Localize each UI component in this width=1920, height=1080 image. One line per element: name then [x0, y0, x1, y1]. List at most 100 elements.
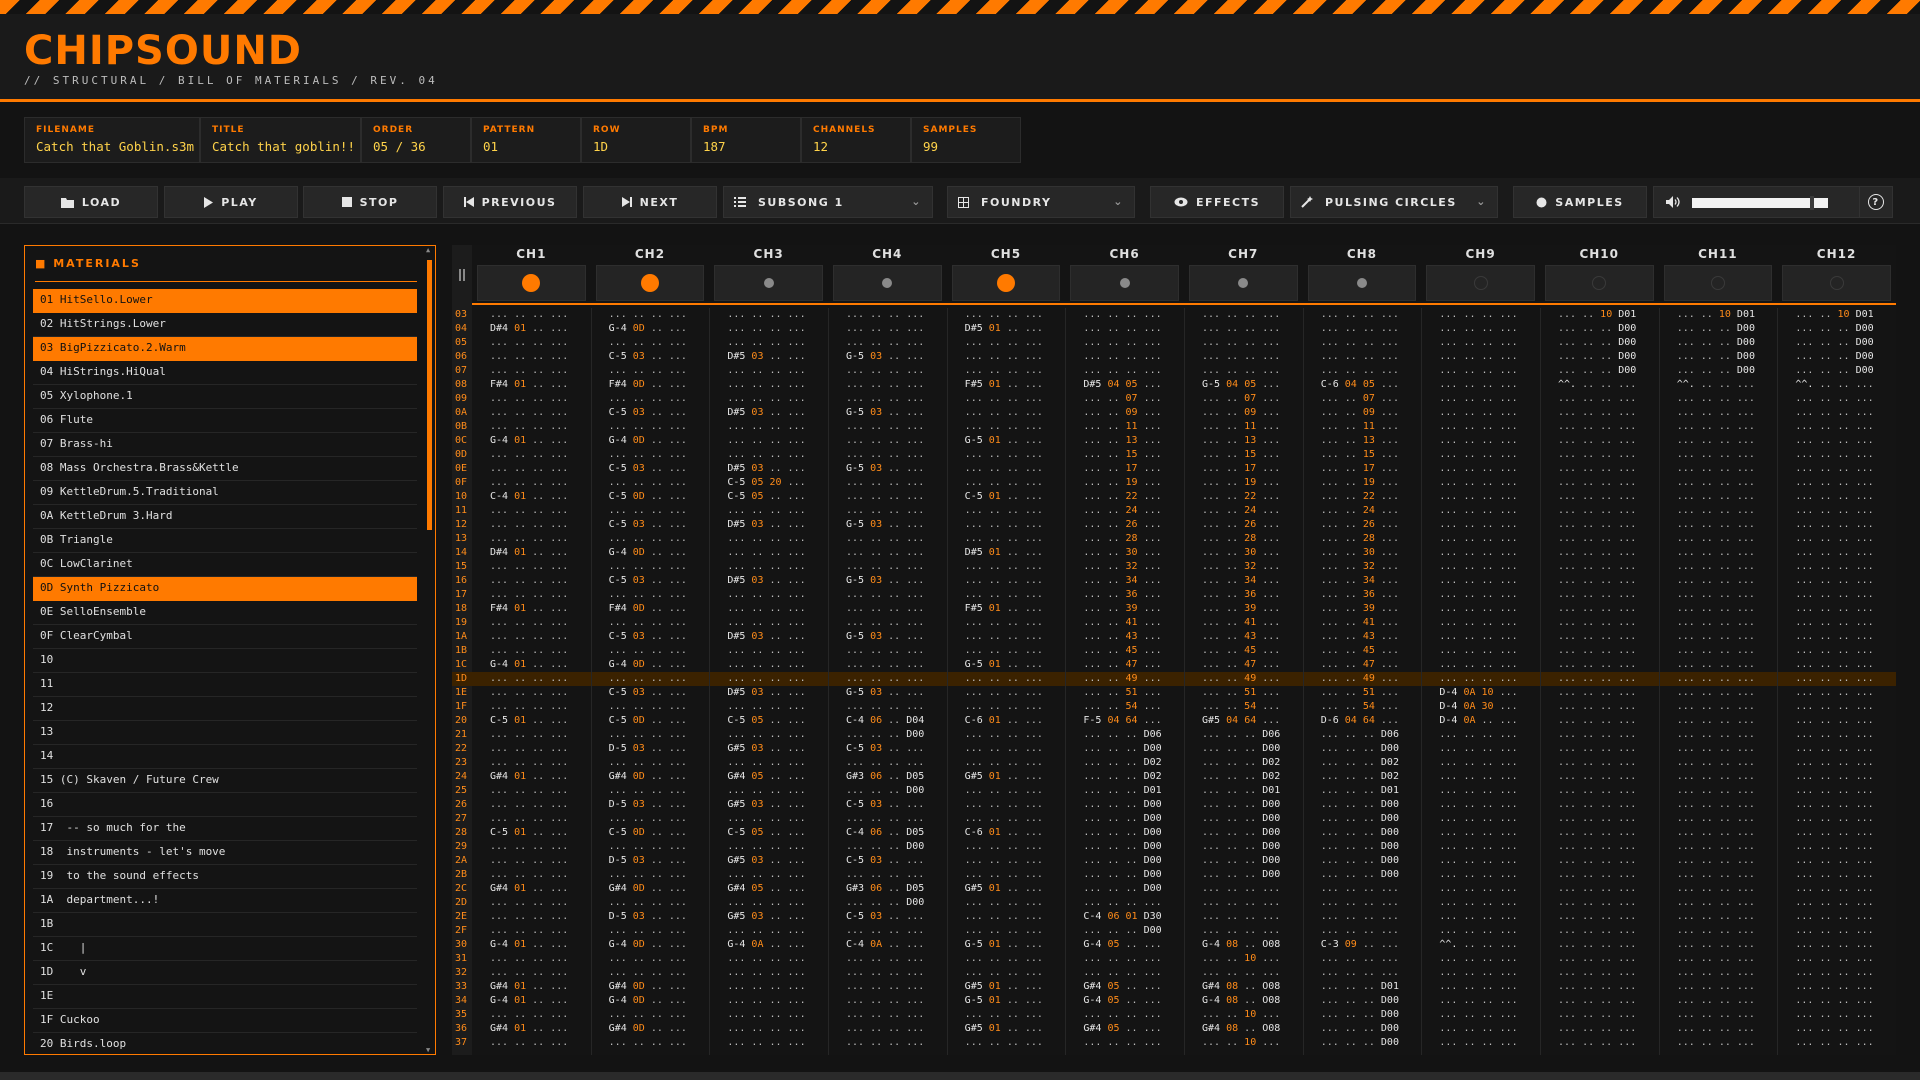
- pattern-cell[interactable]: ... .. .. ...: [1439, 784, 1517, 798]
- material-item[interactable]: 0E SelloEnsemble: [33, 601, 417, 625]
- pattern-cell[interactable]: ... .. .. ...: [1439, 952, 1517, 966]
- pattern-cell[interactable]: ... .. 09 ...: [1202, 406, 1280, 420]
- pattern-cell[interactable]: ... .. 10 D01: [1795, 308, 1873, 322]
- pattern-cell[interactable]: ... .. .. D00: [1558, 364, 1636, 378]
- pattern-cell[interactable]: ... .. 22 ...: [1321, 490, 1399, 504]
- channel-mute-toggle[interactable]: [1188, 265, 1298, 301]
- pattern-cell[interactable]: ... .. .. ...: [1677, 882, 1755, 896]
- pattern-cell[interactable]: ... .. .. D00: [1321, 840, 1399, 854]
- pattern-cell[interactable]: ... .. 43 ...: [1083, 630, 1161, 644]
- pattern-cell[interactable]: ... .. .. ...: [965, 462, 1043, 476]
- pattern-cell[interactable]: ... .. .. ...: [1558, 980, 1636, 994]
- pattern-cell[interactable]: ... .. .. ...: [846, 952, 924, 966]
- pattern-cell[interactable]: ... .. .. ...: [1677, 588, 1755, 602]
- pattern-cell[interactable]: ... .. .. ...: [1677, 658, 1755, 672]
- pattern-cell[interactable]: ... .. .. ...: [965, 840, 1043, 854]
- pattern-cell[interactable]: G-5 04 05 ...: [1202, 378, 1280, 392]
- pattern-cell[interactable]: D-4 0A .. ...: [1439, 714, 1517, 728]
- pattern-cell[interactable]: ... .. .. ...: [609, 308, 687, 322]
- material-item[interactable]: 08 Mass Orchestra.Brass&Kettle: [33, 457, 417, 481]
- pattern-cell[interactable]: ... .. 17 ...: [1202, 462, 1280, 476]
- pattern-cell[interactable]: ... .. 07 ...: [1083, 392, 1161, 406]
- pattern-cell[interactable]: ... .. .. ...: [1202, 364, 1280, 378]
- pattern-cell[interactable]: ... .. .. ...: [1677, 1036, 1755, 1050]
- pattern-cell[interactable]: G-4 01 .. ...: [490, 658, 568, 672]
- pattern-cell[interactable]: ... .. .. ...: [1558, 714, 1636, 728]
- pattern-row[interactable]: 2A ... .. .. ... D-5 03 .. ... G#5 03 .. ..…: [452, 854, 1896, 868]
- pattern-cell[interactable]: ... .. .. ...: [609, 504, 687, 518]
- scroll-down-icon[interactable]: ▼: [426, 1046, 430, 1054]
- pattern-cell[interactable]: ... .. .. D00: [1677, 322, 1755, 336]
- pattern-cell[interactable]: G-5 03 .. ...: [846, 574, 924, 588]
- pattern-cell[interactable]: G#4 0D .. ...: [609, 1022, 687, 1036]
- pattern-cell[interactable]: ... .. .. ...: [1677, 546, 1755, 560]
- pattern-cell[interactable]: ... .. 17 ...: [1083, 462, 1161, 476]
- pattern-cell[interactable]: ... .. .. ...: [1083, 896, 1161, 910]
- pattern-row[interactable]: 18 F#4 01 .. ... F#4 0D .. ... ... .. .. ..…: [452, 602, 1896, 616]
- pattern-cell[interactable]: G#5 03 .. ...: [727, 742, 805, 756]
- pattern-cell[interactable]: ... .. .. ...: [1439, 742, 1517, 756]
- pattern-cell[interactable]: ... .. 11 ...: [1202, 420, 1280, 434]
- pattern-cell[interactable]: ... .. .. D00: [1321, 868, 1399, 882]
- pattern-cell[interactable]: G#4 05 .. ...: [727, 770, 805, 784]
- pattern-cell[interactable]: ... .. .. ...: [609, 896, 687, 910]
- pattern-cell[interactable]: ... .. .. ...: [1795, 1022, 1873, 1036]
- pattern-cell[interactable]: ... .. .. ...: [1439, 812, 1517, 826]
- pattern-cell[interactable]: ... .. .. D00: [1321, 742, 1399, 756]
- pattern-cell[interactable]: ... .. 34 ...: [1202, 574, 1280, 588]
- pattern-cell[interactable]: ... .. .. ...: [1795, 826, 1873, 840]
- pattern-row[interactable]: 23 ... .. .. ... ... .. .. ... ... .. .. ..…: [452, 756, 1896, 770]
- pattern-cell[interactable]: ... .. .. D00: [1202, 812, 1280, 826]
- pattern-cell[interactable]: ... .. .. ...: [1558, 686, 1636, 700]
- effects-button[interactable]: EFFECTS: [1150, 186, 1284, 218]
- pattern-cell[interactable]: ... .. .. ...: [1439, 798, 1517, 812]
- pattern-cell[interactable]: ... .. .. ...: [1558, 966, 1636, 980]
- pattern-row[interactable]: 15 ... .. .. ... ... .. .. ... ... .. .. ..…: [452, 560, 1896, 574]
- pattern-cell[interactable]: ... .. .. ...: [1439, 980, 1517, 994]
- pattern-cell[interactable]: ^^. .. .. ...: [1677, 378, 1755, 392]
- pattern-cell[interactable]: ... .. .. ...: [846, 588, 924, 602]
- channel-mute-toggle[interactable]: [1426, 265, 1535, 301]
- pattern-cell[interactable]: ... .. .. ...: [1558, 574, 1636, 588]
- pattern-cell[interactable]: ... .. .. ...: [1795, 938, 1873, 952]
- pattern-cell[interactable]: ... .. .. ...: [490, 854, 568, 868]
- pattern-cell[interactable]: ... .. 32 ...: [1083, 560, 1161, 574]
- pattern-cell[interactable]: ... .. .. ...: [727, 868, 805, 882]
- pattern-cell[interactable]: G#4 05 .. ...: [727, 882, 805, 896]
- pattern-cell[interactable]: ... .. .. ...: [727, 364, 805, 378]
- pattern-cell[interactable]: ... .. .. ...: [727, 588, 805, 602]
- pattern-cell[interactable]: ... .. .. ...: [1439, 770, 1517, 784]
- pattern-cell[interactable]: ... .. .. ...: [727, 1036, 805, 1050]
- pattern-cell[interactable]: ... .. .. ...: [1439, 994, 1517, 1008]
- pattern-row[interactable]: 24 G#4 01 .. ... G#4 0D .. ... G#4 05 .. ..…: [452, 770, 1896, 784]
- theme-select[interactable]: FOUNDRY ⌄: [947, 186, 1135, 218]
- material-item[interactable]: 19 to the sound effects: [33, 865, 417, 889]
- pattern-cell[interactable]: ... .. .. ...: [1558, 1036, 1636, 1050]
- pattern-cell[interactable]: ... .. .. ...: [727, 966, 805, 980]
- pattern-cell[interactable]: ... .. .. ...: [1795, 1008, 1873, 1022]
- pattern-cell[interactable]: ... .. .. ...: [965, 1036, 1043, 1050]
- pattern-cell[interactable]: C-5 03 .. ...: [609, 350, 687, 364]
- pattern-cell[interactable]: ... .. .. ...: [727, 812, 805, 826]
- pattern-cell[interactable]: ... .. .. ...: [1439, 448, 1517, 462]
- pattern-cell[interactable]: ... .. .. ...: [1677, 938, 1755, 952]
- pattern-cell[interactable]: G#4 01 .. ...: [490, 1022, 568, 1036]
- pattern-cell[interactable]: ... .. .. ...: [1321, 896, 1399, 910]
- pattern-row[interactable]: 34 G-4 01 .. ... G-4 0D .. ... ... .. .. ..…: [452, 994, 1896, 1008]
- pattern-cell[interactable]: G#5 01 .. ...: [965, 980, 1043, 994]
- pattern-cell[interactable]: ... .. .. ...: [1202, 322, 1280, 336]
- pattern-cell[interactable]: ... .. .. ...: [727, 308, 805, 322]
- pattern-cell[interactable]: C-4 0A .. ...: [846, 938, 924, 952]
- pattern-cell[interactable]: ... .. .. ...: [727, 784, 805, 798]
- pattern-cell[interactable]: G-4 01 .. ...: [490, 434, 568, 448]
- pattern-cell[interactable]: ... .. 15 ...: [1083, 448, 1161, 462]
- pattern-cell[interactable]: ... .. .. ...: [965, 420, 1043, 434]
- pattern-cell[interactable]: ... .. .. ...: [1795, 658, 1873, 672]
- pattern-cell[interactable]: G-4 01 .. ...: [490, 938, 568, 952]
- pattern-cell[interactable]: D#5 03 .. ...: [727, 350, 805, 364]
- pattern-cell[interactable]: ... .. .. ...: [1439, 896, 1517, 910]
- material-item[interactable]: 1B: [33, 913, 417, 937]
- pattern-cell[interactable]: ... .. .. ...: [1677, 518, 1755, 532]
- pattern-cell[interactable]: ... .. .. ...: [609, 672, 687, 686]
- pattern-cell[interactable]: ... .. .. ...: [1439, 322, 1517, 336]
